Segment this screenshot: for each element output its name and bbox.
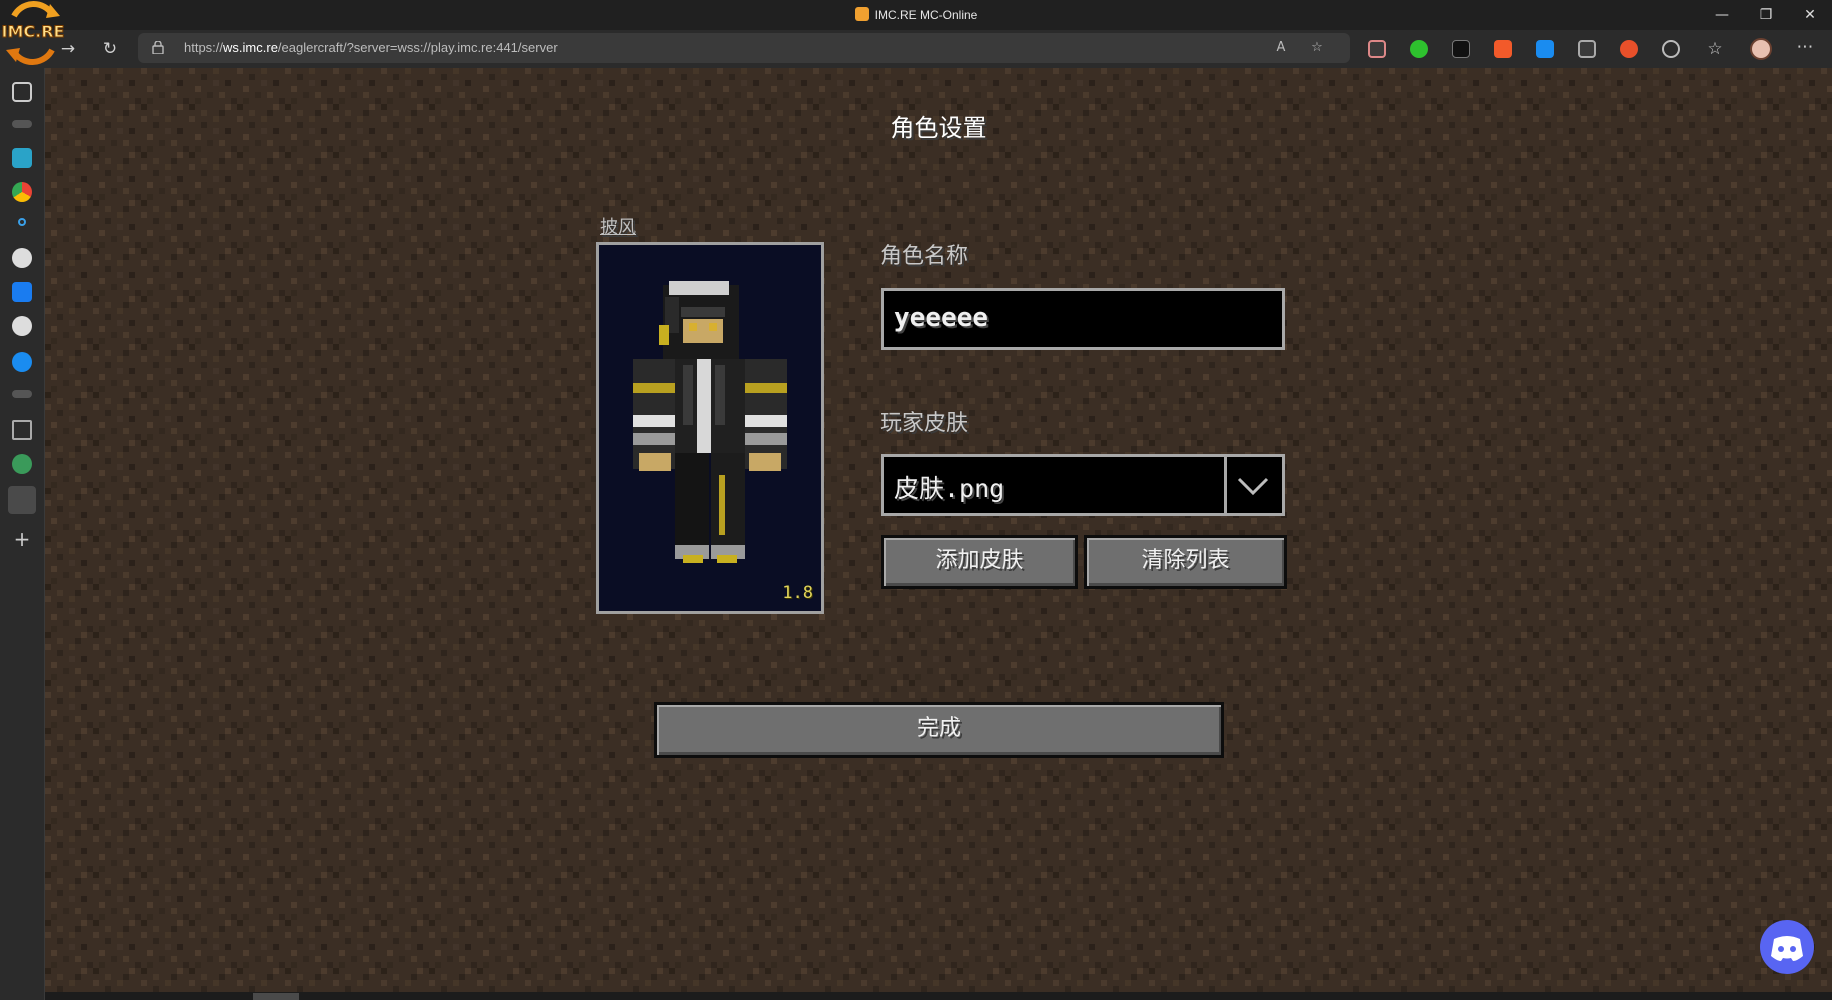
window-title-text: IMC.RE MC-Online [874, 8, 978, 22]
extension-orange-icon[interactable] [1494, 40, 1512, 58]
restore-button[interactable]: ❐ [1744, 0, 1788, 30]
sidebar-imc-2-icon[interactable] [12, 390, 32, 398]
extension-blue-icon[interactable] [1536, 40, 1554, 58]
add-skin-button[interactable]: 添加皮肤 [881, 535, 1078, 589]
version-badge: 1.8 [782, 583, 813, 603]
sidebar-github-2-icon[interactable] [12, 316, 32, 336]
extension-cat-icon[interactable] [1368, 40, 1386, 58]
url-prefix: https:// [184, 40, 224, 55]
site-favicon-icon [854, 7, 869, 21]
dropdown-toggle[interactable] [1224, 457, 1282, 513]
chevron-down-icon [1237, 477, 1269, 496]
discord-icon [1771, 936, 1803, 961]
extensions-puzzle-icon[interactable] [1662, 40, 1680, 58]
extension-gamepad-icon[interactable] [1578, 40, 1596, 58]
sidebar-tabs-icon[interactable] [12, 82, 32, 102]
name-label: 角色名称 [880, 244, 969, 269]
player-name-input[interactable]: yeeeee [881, 288, 1285, 350]
extension-red-icon[interactable] [1620, 40, 1638, 58]
sidebar-search-icon[interactable] [18, 218, 26, 226]
address-bar[interactable]: https://ws.imc.re/eaglercraft/?server=ws… [138, 33, 1350, 63]
discord-button[interactable] [1760, 920, 1814, 974]
sidebar-add-icon[interactable]: + [12, 529, 32, 550]
url-path: /eaglercraft/?server=wss://play.imc.re:4… [277, 40, 558, 55]
sidebar-app-tiles-icon[interactable] [12, 148, 32, 168]
minimize-button[interactable]: — [1700, 0, 1744, 30]
scrollbar-thumb[interactable] [253, 993, 299, 1000]
sidebar-chrome-icon[interactable] [12, 182, 32, 202]
sidebar-tiktok-icon[interactable] [12, 282, 32, 302]
extension-dark-icon[interactable] [1452, 40, 1470, 58]
lock-icon [152, 41, 164, 54]
extension-green-icon[interactable] [1410, 40, 1428, 58]
url-host: ws.imc.re [223, 40, 278, 55]
horizontal-scrollbar[interactable] [45, 992, 1832, 1000]
favorites-icon[interactable]: ☆ [1706, 40, 1724, 58]
window-title: IMC.RE MC-Online [0, 7, 1832, 22]
skin-dropdown-value: 皮肤.png [894, 474, 1005, 503]
browser-toolbar: → ↻ https://ws.imc.re/eaglercraft/?serve… [0, 30, 1832, 68]
browser-sidebar: + [0, 68, 45, 1000]
profile-avatar[interactable] [1750, 38, 1772, 60]
logo-text: IMC.RE [2, 22, 65, 41]
add-favorite-icon[interactable]: ☆ [1308, 39, 1326, 57]
dirt-background [45, 68, 1832, 992]
sidebar-globe-icon[interactable] [12, 454, 32, 474]
window-title-bar: IMC.RE MC-Online — ❐ ✕ [0, 0, 1832, 30]
imc-re-logo: IMC.RE [1, 1, 65, 65]
done-button[interactable]: 完成 [654, 702, 1224, 758]
url-text[interactable]: https://ws.imc.re/eaglercraft/?server=ws… [184, 40, 558, 55]
sidebar-imc-icon[interactable] [12, 120, 32, 128]
player-model-image [633, 281, 787, 563]
read-aloud-icon[interactable]: A [1272, 39, 1290, 57]
cape-link[interactable]: 披风 [600, 213, 636, 239]
sidebar-speaker-active-icon[interactable] [8, 486, 36, 514]
skin-dropdown[interactable]: 皮肤.png [881, 454, 1285, 516]
close-window-button[interactable]: ✕ [1788, 0, 1832, 30]
sidebar-edge-icon[interactable] [12, 352, 32, 372]
sidebar-speaker-icon[interactable] [12, 420, 32, 440]
skin-preview[interactable]: 1.8 [596, 242, 824, 614]
skin-label: 玩家皮肤 [880, 411, 969, 436]
sidebar-github-icon[interactable] [12, 248, 32, 268]
clear-list-button[interactable]: 清除列表 [1084, 535, 1287, 589]
settings-more-icon[interactable]: ⋯ [1796, 39, 1814, 58]
screen-title: 角色设置 [890, 114, 987, 142]
reload-icon[interactable]: ↻ [96, 35, 124, 63]
game-canvas[interactable]: 角色设置 披风 1.8 角色名称 yeeeee 玩家皮肤 皮肤.png 添加皮肤… [45, 68, 1832, 992]
